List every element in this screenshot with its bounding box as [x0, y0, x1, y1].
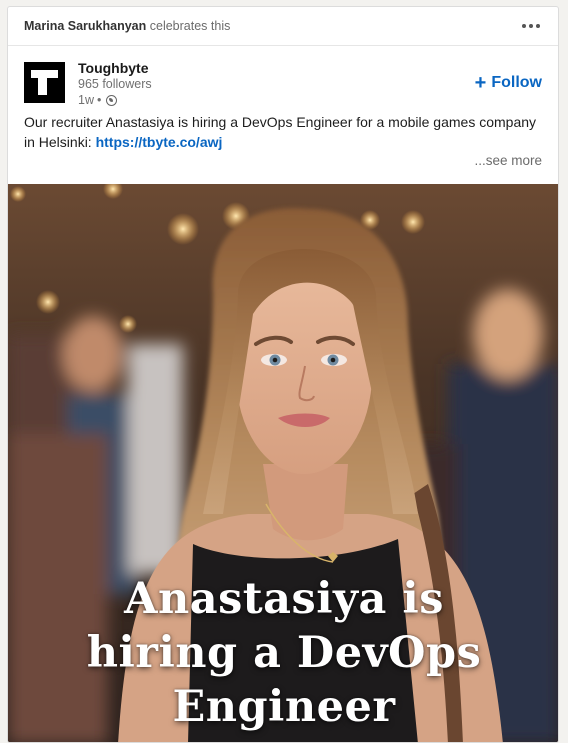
more-dot-icon [522, 24, 526, 28]
follow-label: Follow [491, 74, 542, 91]
social-context-text: Marina Sarukhanyan celebrates this [24, 19, 230, 33]
overlay-line: Engineer [172, 682, 396, 732]
plus-icon: + [474, 72, 487, 94]
globe-icon [106, 94, 118, 106]
overlay-line: hiring a DevOps [86, 628, 482, 678]
image-overlay-text: Anastasiya is hiring a DevOps Engineer [8, 572, 558, 734]
feed-post-card: Marina Sarukhanyan celebrates this Tough… [7, 6, 559, 743]
follower-count: 965 followers [78, 77, 152, 91]
more-options-button[interactable] [520, 18, 542, 34]
overlay-line: Anastasiya is [124, 574, 444, 624]
post-image[interactable]: Anastasiya is hiring a DevOps Engineer [8, 184, 558, 742]
company-name[interactable]: Toughbyte [78, 60, 152, 76]
social-context-header: Marina Sarukhanyan celebrates this [8, 7, 558, 46]
logo-mark [38, 70, 47, 95]
social-action: celebrates this [149, 19, 231, 33]
post-meta: 1w • [78, 92, 152, 108]
more-dot-icon [529, 24, 533, 28]
post-actor: Toughbyte 965 followers 1w • + Follow [8, 46, 558, 112]
follow-button[interactable]: + Follow [474, 72, 542, 94]
company-logo[interactable] [24, 62, 65, 103]
see-more-button[interactable]: ...see more [8, 153, 558, 168]
actor-name[interactable]: Marina Sarukhanyan [24, 19, 146, 33]
more-dot-icon [536, 24, 540, 28]
post-time: 1w [78, 93, 94, 107]
post-commentary: Our recruiter Anastasiya is hiring a Dev… [8, 112, 558, 152]
company-info: Toughbyte 965 followers 1w • [78, 60, 152, 112]
post-link[interactable]: https://tbyte.co/awj [96, 134, 223, 150]
meta-separator: • [96, 93, 102, 107]
